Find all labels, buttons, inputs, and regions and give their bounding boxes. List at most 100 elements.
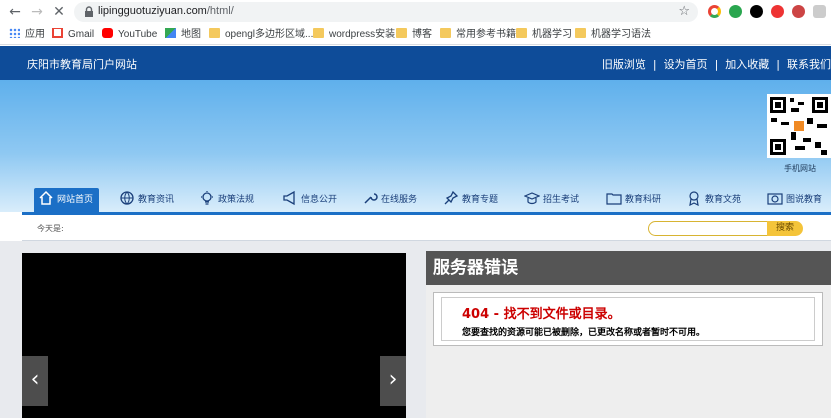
back-arrow-icon[interactable]: ← [6, 3, 24, 21]
url-host: lipingguotuziyuan.com [98, 5, 207, 17]
main-menu: 网站首页 教育资讯 政策法规 信息公开 在线服务 教育专题 招生考试 教育科研 … [22, 188, 831, 213]
graduation-icon [524, 192, 540, 205]
bookmark-label: YouTube [118, 29, 158, 40]
bookmark-label: opengl多边形区域... [225, 29, 314, 40]
site-name: 庆阳市教育局门户网站 [27, 58, 137, 71]
wrench-icon [364, 193, 378, 204]
menu-item-news[interactable]: 教育资讯 [119, 188, 174, 213]
bookmark-label: 地图 [181, 29, 201, 40]
youtube-icon [102, 28, 113, 38]
extension-abp-icon[interactable] [771, 5, 784, 18]
menu-label: 政策法规 [218, 195, 255, 205]
top-links: 旧版浏览 | 设为首页 | 加入收藏 | 联系我们 [602, 56, 831, 72]
date-search-row: 今天是: 搜索 [22, 215, 831, 241]
bookmark-maps[interactable]: 地图 [165, 27, 201, 42]
link-separator: | [714, 58, 719, 71]
error-title: 404 - 找不到文件或目录。 [462, 307, 621, 322]
bookmark-folder-books[interactable]: 常用参考书籍 [440, 27, 516, 42]
folder-icon [209, 28, 220, 38]
link-set-homepage[interactable]: 设为首页 [664, 56, 708, 72]
menu-item-research[interactable]: 教育科研 [606, 188, 661, 213]
menu-label: 教育文苑 [705, 195, 742, 205]
lightbulb-icon [201, 191, 213, 205]
search-input[interactable] [648, 221, 768, 236]
folder-icon [440, 28, 451, 38]
link-add-favorite[interactable]: 加入收藏 [725, 56, 769, 72]
stop-loading-icon[interactable]: ✕ [50, 3, 68, 21]
image-slider: ‹ › [22, 253, 406, 418]
menu-label: 网站首页 [57, 195, 94, 205]
extension-cloud-icon[interactable] [750, 5, 763, 18]
slider-prev-icon[interactable]: ‹ [22, 356, 48, 406]
link-contact-us[interactable]: 联系我们 [787, 56, 831, 72]
slider-next-icon[interactable]: › [380, 356, 406, 406]
folder-outline-icon [606, 193, 622, 205]
url-text: lipingguotuziyuan.com/html/ [98, 5, 234, 17]
site-header: 庆阳市教育局门户网站 旧版浏览 | 设为首页 | 加入收藏 | 联系我们 [0, 46, 831, 80]
menu-label: 在线服务 [381, 195, 418, 205]
menu-item-topics[interactable]: 教育专题 [443, 188, 498, 213]
award-icon [689, 191, 699, 206]
megaphone-icon [283, 190, 295, 206]
folder-icon [396, 28, 407, 38]
bookmark-folder-ml-syntax[interactable]: 机器学习语法 [575, 27, 651, 42]
bookmark-star-icon[interactable]: ☆ [678, 4, 690, 19]
bookmark-apps[interactable]: 应用 [9, 27, 45, 42]
error-box: 404 - 找不到文件或目录。 您要查找的资源可能已被删除，已更改名称或者暂时不… [433, 292, 823, 346]
gmail-icon [52, 28, 63, 38]
menu-label: 信息公开 [301, 195, 338, 205]
extension-shield-icon[interactable] [813, 5, 826, 18]
date-label: 今天是: [37, 224, 64, 233]
error-message: 您要查找的资源可能已被删除，已更改名称或者暂时不可用。 [462, 328, 706, 338]
bookmark-folder-blog[interactable]: 博客 [396, 27, 432, 42]
forward-arrow-icon[interactable]: → [28, 3, 46, 21]
link-separator: | [652, 58, 657, 71]
menu-label: 教育科研 [625, 195, 662, 205]
search-button[interactable]: 搜索 [767, 221, 803, 236]
camera-icon [767, 193, 783, 205]
extension-chrome-icon[interactable] [708, 5, 721, 18]
bookmark-folder-ml[interactable]: 机器学习 [516, 27, 572, 42]
lock-icon [85, 6, 93, 17]
menu-item-home[interactable]: 网站首页 [34, 188, 100, 213]
qr-label: 手机网站 [784, 164, 816, 173]
folder-icon [575, 28, 586, 38]
bookmark-folder-wordpress[interactable]: wordpress安装 [313, 27, 395, 42]
error-panel: 服务器错误 404 - 找不到文件或目录。 您要查找的资源可能已被删除，已更改名… [426, 251, 831, 418]
bookmark-label: 常用参考书籍 [456, 29, 516, 40]
link-separator: | [776, 58, 780, 71]
link-old-version[interactable]: 旧版浏览 [602, 56, 646, 72]
menu-item-pictures[interactable]: 图说教育 [767, 188, 822, 213]
extension-evernote-icon[interactable] [729, 5, 742, 18]
bookmark-label: 应用 [25, 29, 45, 40]
menu-item-literature[interactable]: 教育文苑 [686, 188, 741, 213]
bookmarks-bar: 应用 Gmail YouTube 地图 opengl多边形区域... wordp… [0, 24, 831, 45]
bookmark-label: 机器学习语法 [591, 29, 651, 40]
url-path: /html/ [206, 5, 234, 17]
maps-icon [165, 28, 176, 38]
folder-icon [516, 28, 527, 38]
error-content: 404 - 找不到文件或目录。 您要查找的资源可能已被删除，已更改名称或者暂时不… [441, 297, 815, 341]
bookmark-gmail[interactable]: Gmail [52, 27, 94, 42]
bookmark-label: 博客 [412, 29, 432, 40]
menu-item-admissions[interactable]: 招生考试 [524, 188, 579, 213]
extension-record-icon[interactable] [792, 5, 805, 18]
menu-item-disclosure[interactable]: 信息公开 [282, 188, 337, 213]
menu-label: 图说教育 [786, 195, 823, 205]
browser-toolbar: ← → ✕ lipingguotuziyuan.com/html/ ☆ [0, 0, 831, 24]
menu-label: 招生考试 [543, 195, 580, 205]
menu-item-policy[interactable]: 政策法规 [199, 188, 254, 213]
bookmark-label: Gmail [68, 29, 95, 40]
globe-icon [120, 191, 134, 205]
error-header: 服务器错误 [426, 251, 831, 285]
menu-label: 教育专题 [462, 195, 499, 205]
apps-grid-icon [9, 28, 20, 38]
qr-code-icon [767, 94, 831, 158]
menu-item-services[interactable]: 在线服务 [362, 188, 417, 213]
address-bar[interactable]: lipingguotuziyuan.com/html/ ☆ [74, 2, 698, 22]
bookmark-youtube[interactable]: YouTube [102, 27, 157, 42]
bookmark-label: 机器学习 [532, 29, 572, 40]
bookmark-folder-opengl[interactable]: opengl多边形区域... [209, 27, 313, 42]
home-icon [39, 190, 53, 205]
menu-label: 教育资讯 [138, 195, 175, 205]
